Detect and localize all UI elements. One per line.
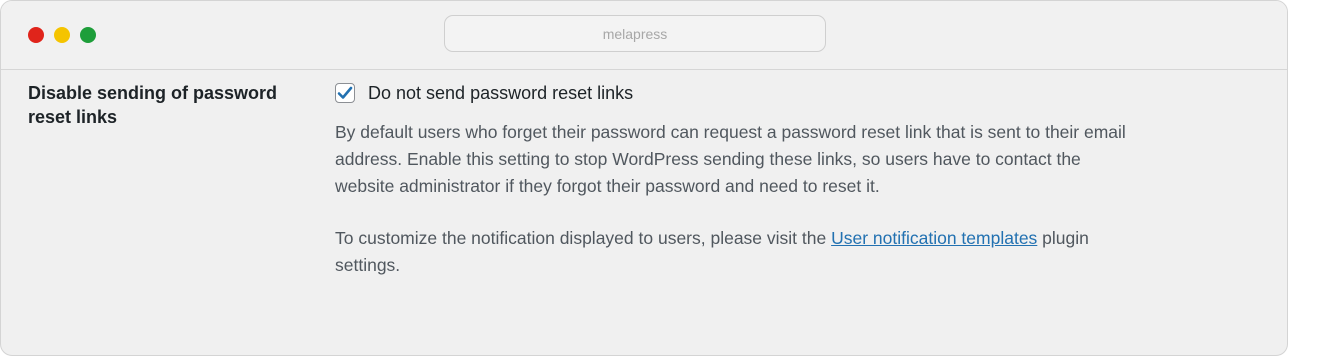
address-bar[interactable]: melapress bbox=[444, 15, 826, 52]
browser-window: melapress Disable sending of password re… bbox=[0, 0, 1288, 356]
setting-content: Do not send password reset links By defa… bbox=[335, 81, 1135, 279]
notice-prefix-text: To customize the notification displayed … bbox=[335, 228, 832, 248]
setting-title: Disable sending of password reset links bbox=[28, 83, 278, 127]
checkbox-label: Do not send password reset links bbox=[368, 82, 634, 103]
checkmark-icon bbox=[337, 86, 353, 99]
setting-description: By default users who forget their passwo… bbox=[335, 122, 1126, 196]
disable-reset-links-checkbox[interactable] bbox=[335, 83, 355, 103]
address-bar-text: melapress bbox=[602, 25, 668, 42]
disable-reset-links-option[interactable]: Do not send password reset links bbox=[335, 81, 1135, 105]
notification-notice: To customize the notification displayed … bbox=[335, 225, 1135, 279]
title-bar: melapress bbox=[1, 1, 1287, 70]
minimize-window-button[interactable] bbox=[54, 27, 70, 43]
user-notification-templates-link[interactable]: User notification templates bbox=[831, 228, 1037, 248]
maximize-window-button[interactable] bbox=[80, 27, 96, 43]
close-window-button[interactable] bbox=[28, 27, 44, 43]
